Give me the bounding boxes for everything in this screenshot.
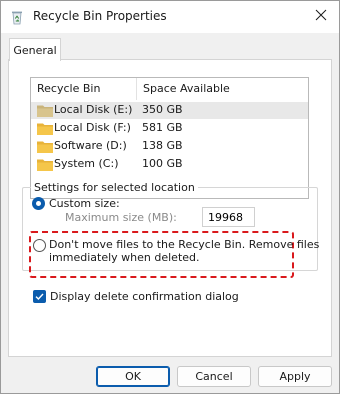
recycle-bin-icon: [9, 9, 25, 25]
custom-size-label[interactable]: Custom size:: [49, 197, 120, 210]
location-name: System (C:): [54, 157, 119, 170]
list-header: Recycle Bin Location Space Available: [31, 78, 308, 117]
list-row-system-c[interactable]: System (C:) 100 GB: [31, 156, 308, 173]
dont-move-files-radio[interactable]: [33, 239, 46, 252]
folder-icon: [37, 158, 53, 171]
apply-button[interactable]: Apply: [258, 366, 332, 387]
general-tab-panel: Recycle Bin Location Space Available Loc…: [8, 59, 332, 357]
ok-button[interactable]: OK: [96, 366, 170, 387]
space-available: 100 GB: [142, 157, 183, 170]
location-name: Local Disk (E:): [54, 103, 133, 116]
location-name: Software (D:): [54, 139, 127, 152]
close-button[interactable]: [307, 3, 335, 29]
window-title: Recycle Bin Properties: [33, 9, 167, 23]
settings-group-title: Settings for selected location: [31, 181, 198, 194]
cancel-button[interactable]: Cancel: [177, 366, 251, 387]
list-row-local-disk-e[interactable]: Local Disk (E:) 350 GB: [31, 102, 308, 119]
max-size-label: Maximum size (MB):: [65, 211, 177, 224]
space-available: 350 GB: [142, 103, 183, 116]
space-available: 138 GB: [142, 139, 183, 152]
space-available: 581 GB: [142, 121, 183, 134]
location-name: Local Disk (F:): [54, 121, 131, 134]
dont-move-files-label-line2[interactable]: immediately when deleted.: [49, 251, 200, 264]
title-bar: Recycle Bin Properties: [1, 1, 339, 33]
display-confirmation-checkbox[interactable]: [33, 290, 46, 303]
column-header-location[interactable]: Recycle Bin Location: [31, 78, 137, 117]
recycle-bin-properties-window: Recycle Bin Properties General Recycle B…: [0, 0, 340, 394]
folder-icon: [37, 140, 53, 153]
display-confirmation-label[interactable]: Display delete confirmation dialog: [50, 290, 239, 303]
custom-size-radio[interactable]: [32, 197, 45, 210]
list-row-software-d[interactable]: Software (D:) 138 GB: [31, 138, 308, 155]
tab-general[interactable]: General: [9, 38, 61, 61]
max-size-input[interactable]: [202, 207, 255, 227]
dont-move-files-label-line1[interactable]: Don't move files to the Recycle Bin. Rem…: [49, 238, 319, 251]
folder-icon: [37, 122, 53, 135]
list-row-local-disk-f[interactable]: Local Disk (F:) 581 GB: [31, 120, 308, 137]
close-icon: [315, 9, 327, 24]
column-header-space[interactable]: Space Available: [137, 78, 297, 100]
folder-icon: [37, 104, 53, 117]
